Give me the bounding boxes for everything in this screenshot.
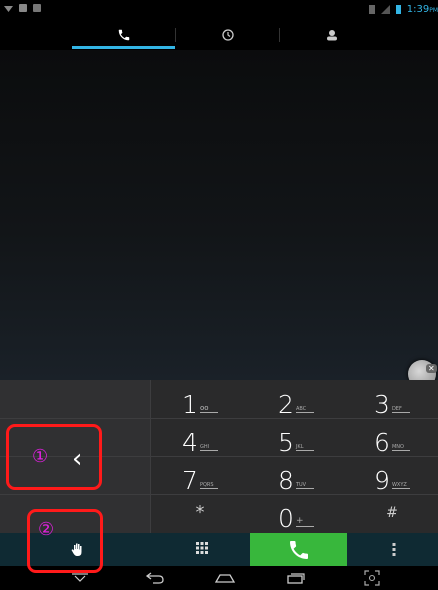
key-1[interactable]: 1 oo <box>152 380 248 417</box>
annotation-box-1 <box>6 424 102 490</box>
tab-call-log[interactable] <box>176 20 279 50</box>
key-letters: DEF <box>391 406 410 413</box>
status-left-icons <box>4 4 41 12</box>
dialpad-toggle-icon[interactable] <box>196 542 208 556</box>
nav-back[interactable] <box>135 566 175 590</box>
recents-icon <box>287 573 305 584</box>
key-digit: * <box>195 502 205 523</box>
key-digit: # <box>386 504 398 521</box>
key-0[interactable]: 0 + <box>248 494 344 531</box>
key-6[interactable]: 6 MNO <box>344 418 438 455</box>
image-icon <box>19 4 27 12</box>
chevron-down-icon <box>72 573 88 582</box>
clock-icon <box>221 29 234 41</box>
nav-screenshot[interactable] <box>352 566 392 590</box>
home-icon <box>214 574 236 583</box>
key-digit: 9 <box>374 466 390 495</box>
notification-icon <box>33 4 41 12</box>
key-letters: MNO <box>391 444 410 451</box>
key-3[interactable]: 3 DEF <box>344 380 438 417</box>
key-star[interactable]: * <box>152 494 248 531</box>
overflow-menu-icon[interactable] <box>392 543 396 556</box>
nav-recents[interactable] <box>276 566 316 590</box>
key-8[interactable]: 8 TUV <box>248 456 344 493</box>
key-letters: WXYZ <box>391 482 410 489</box>
key-digit: 2 <box>278 390 294 419</box>
key-letters: + <box>295 516 314 527</box>
key-pound[interactable]: # <box>344 494 438 531</box>
phone-icon <box>118 29 129 41</box>
contacts-icon <box>326 30 337 41</box>
annotation-label-2: ② <box>38 519 55 540</box>
status-bar: 1:39PM <box>0 0 438 20</box>
wifi-icon <box>4 6 13 12</box>
call-button[interactable] <box>250 533 347 566</box>
key-5[interactable]: 5 JKL <box>248 418 344 455</box>
annotation-label-1: ① <box>32 446 49 467</box>
key-9[interactable]: 9 WXYZ <box>344 456 438 493</box>
status-time: 1:39PM <box>406 4 438 15</box>
tab-contacts[interactable] <box>280 20 383 50</box>
back-arrow-icon <box>145 572 164 584</box>
key-letters: PQRS <box>199 482 218 489</box>
key-digit: 4 <box>182 428 198 457</box>
key-digit: 1 <box>182 390 198 419</box>
key-digit: 6 <box>374 428 390 457</box>
key-letters: TUV <box>295 482 314 489</box>
key-7[interactable]: 7 PQRS <box>152 456 248 493</box>
dialer-display-area <box>0 50 438 380</box>
key-letters: JKL <box>295 444 314 451</box>
tab-bar <box>0 20 438 50</box>
nav-home[interactable] <box>200 566 250 590</box>
key-letters: ABC <box>295 406 314 413</box>
key-digit: 8 <box>278 466 294 495</box>
close-handle-icon[interactable]: ✕ <box>426 364 437 373</box>
dialpad-col-divider <box>150 380 151 533</box>
key-digit: 5 <box>278 428 294 457</box>
voicemail-icon: oo <box>199 404 218 413</box>
key-letters: GHI <box>199 444 218 451</box>
tab-selected-indicator <box>72 46 175 49</box>
key-2[interactable]: 2 ABC <box>248 380 344 417</box>
key-digit: 0 <box>278 504 294 533</box>
battery-icon <box>395 5 401 14</box>
key-4[interactable]: 4 GHI <box>152 418 248 455</box>
phone-icon <box>289 540 308 559</box>
status-right: 1:39PM <box>368 4 438 15</box>
key-digit: 7 <box>182 466 198 495</box>
sim-icon <box>368 5 375 14</box>
screenshot-icon <box>364 570 380 586</box>
signal-icon <box>380 5 390 14</box>
key-digit: 3 <box>374 390 390 419</box>
